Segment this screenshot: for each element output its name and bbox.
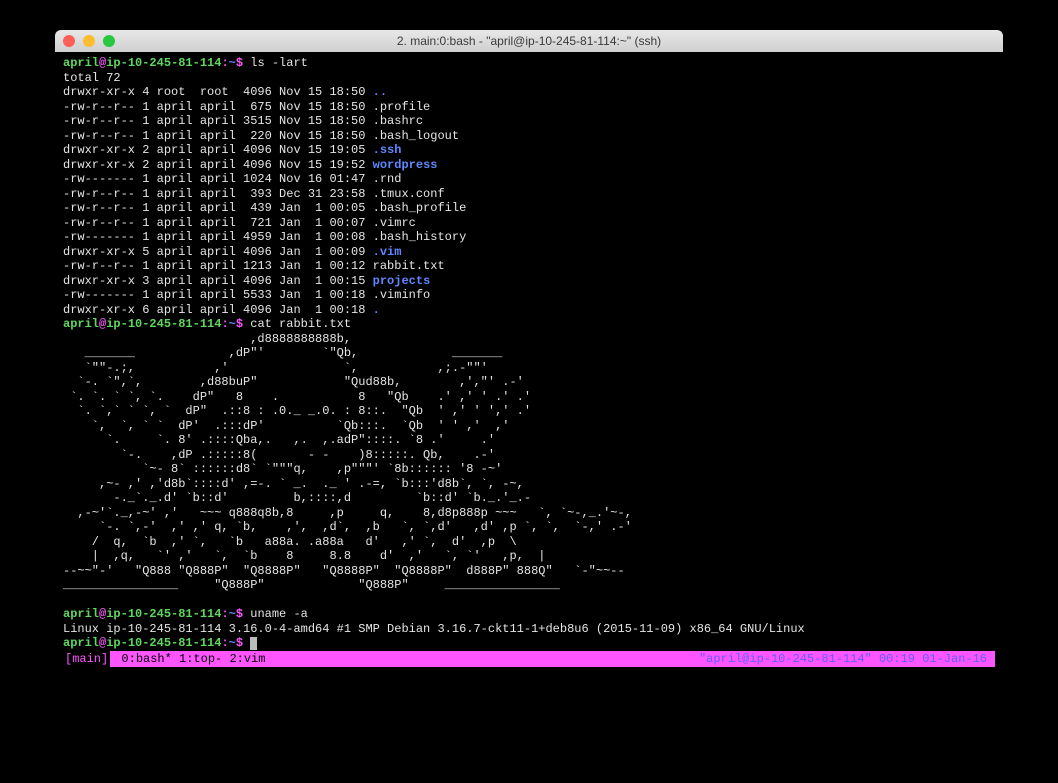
tmux-session[interactable]: [main] [63, 651, 110, 667]
zoom-icon[interactable] [103, 35, 115, 47]
directory-name: wordpress [373, 158, 438, 172]
ls-total: total 72 [63, 71, 121, 85]
prompt-colon: : [221, 317, 228, 331]
rabbit-art: ,d8888888888b, _______ ,dP"' `"Qb, _____… [63, 332, 632, 593]
prompt-path: ~ [229, 607, 236, 621]
ls-output: drwxr-xr-x 4 root root 4096 Nov 15 18:50… [63, 85, 466, 317]
prompt-path: ~ [229, 56, 236, 70]
terminal-body[interactable]: april@ip-10-245-81-114:~$ ls -lart total… [55, 52, 1003, 732]
prompt-tail: $ [236, 607, 243, 621]
prompt-host: ip-10-245-81-114 [106, 56, 221, 70]
tmux-windows[interactable]: 0:bash* 1:top- 2:vim [110, 651, 265, 667]
prompt-host: ip-10-245-81-114 [106, 636, 221, 650]
prompt-tail: $ [236, 56, 243, 70]
prompt-tail: $ [236, 317, 243, 331]
prompt-user: april [63, 636, 99, 650]
window-title: 2. main:0:bash - "april@ip-10-245-81-114… [55, 34, 1003, 48]
prompt-path: ~ [229, 317, 236, 331]
command-text: uname -a [243, 607, 308, 621]
traffic-lights [63, 35, 115, 47]
prompt-tail: $ [236, 636, 243, 650]
prompt-path: ~ [229, 636, 236, 650]
command-text: cat rabbit.txt [243, 317, 351, 331]
prompt-user: april [63, 56, 99, 70]
tmux-right: "april@ip-10-245-81-114" 00:19 01-Jan-16 [699, 651, 995, 667]
tmux-statusbar[interactable]: [main] 0:bash* 1:top- 2:vim "april@ip-10-… [63, 651, 995, 667]
prompt-colon: : [221, 607, 228, 621]
directory-name: projects [373, 274, 431, 288]
directory-name: .. [373, 85, 387, 99]
directory-name: . [373, 303, 380, 317]
prompt-colon: : [221, 56, 228, 70]
directory-name: .ssh [373, 143, 402, 157]
titlebar[interactable]: 2. main:0:bash - "april@ip-10-245-81-114… [55, 30, 1003, 52]
minimize-icon[interactable] [83, 35, 95, 47]
prompt-host: ip-10-245-81-114 [106, 607, 221, 621]
prompt-colon: : [221, 636, 228, 650]
prompt-user: april [63, 607, 99, 621]
prompt-host: ip-10-245-81-114 [106, 317, 221, 331]
close-icon[interactable] [63, 35, 75, 47]
uname-output: Linux ip-10-245-81-114 3.16.0-4-amd64 #1… [63, 622, 805, 636]
prompt-user: april [63, 317, 99, 331]
command-text [243, 636, 250, 650]
cursor-icon [250, 637, 257, 650]
command-text: ls -lart [243, 56, 308, 70]
directory-name: .vim [373, 245, 402, 259]
terminal-window: 2. main:0:bash - "april@ip-10-245-81-114… [55, 30, 1003, 732]
